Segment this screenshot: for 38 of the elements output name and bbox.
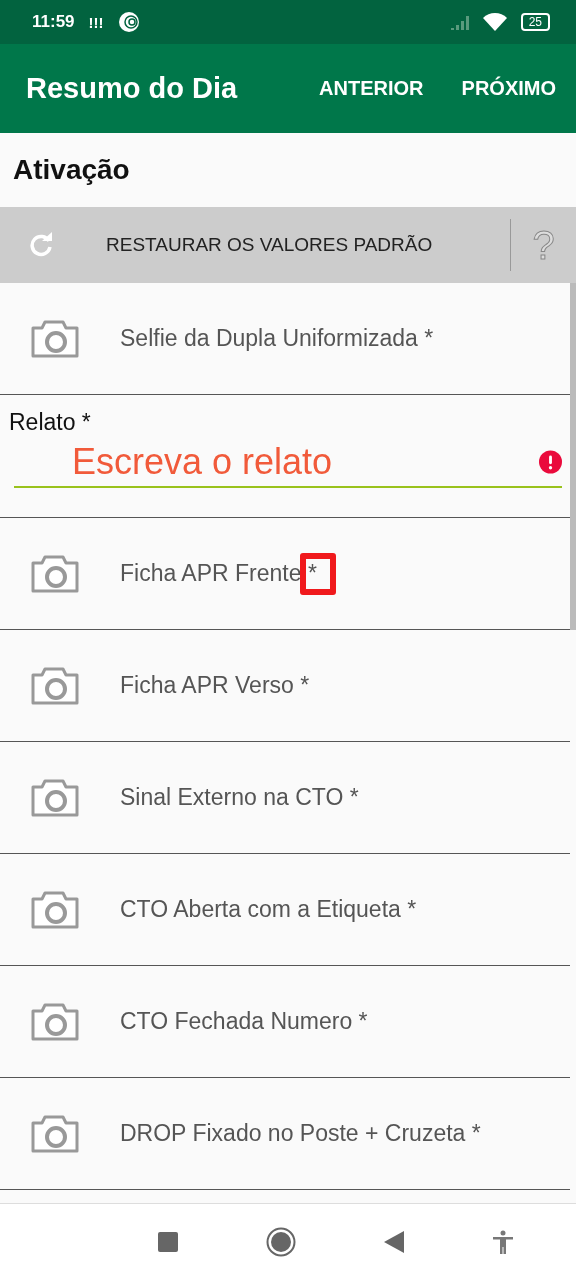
photo-item[interactable]: CTO Fechada Numero * [0, 966, 570, 1078]
photo-item[interactable]: DROP Fixado no Poste + Cruzeta * [0, 1078, 570, 1190]
restore-button[interactable]: RESTAURAR OS VALORES PADRÃO [0, 207, 510, 283]
item-label: Ficha APR Verso * [120, 672, 310, 699]
field-label: Relato * [9, 409, 92, 436]
camera-icon [30, 1113, 80, 1154]
camera-icon [30, 553, 80, 594]
camera-icon [30, 318, 80, 359]
nav-action[interactable]: PRÓXIMO [461, 77, 556, 100]
section-title: Ativação [12, 153, 131, 187]
refresh-icon [28, 232, 54, 258]
input-field[interactable]: Escreva o relato [70, 440, 539, 484]
camera-icon [30, 889, 80, 930]
item-label: DROP Fixado no Poste + Cruzeta * [120, 1120, 481, 1147]
photo-item[interactable]: Ficha APR Verso * [0, 630, 570, 742]
photo-item[interactable]: CTO Aberta com a Etiqueta * [0, 854, 570, 966]
nav-action[interactable]: ANTERIOR [319, 77, 424, 100]
item-label: CTO Fechada Numero * [120, 1008, 368, 1035]
home-icon[interactable] [266, 1227, 296, 1257]
item-label: CTO Aberta com a Etiqueta * [120, 896, 417, 923]
signal-icon [448, 14, 469, 30]
camera-icon [30, 777, 80, 818]
item-label: Selfie da Dupla Uniformizada * [120, 325, 434, 352]
battery-level: 25 [520, 13, 550, 31]
item-label: Ficha APR Frente * [120, 560, 317, 587]
clock: 11:59 [32, 12, 75, 32]
wifi-icon [482, 13, 507, 31]
accessibility-icon[interactable] [492, 1230, 514, 1254]
photo-item[interactable]: Sinal Externo na CTO * [0, 742, 570, 854]
back-icon[interactable] [384, 1231, 404, 1253]
app-title: Resumo do Dia [26, 72, 239, 105]
photo-item[interactable]: Ficha APR Frente * [0, 518, 570, 630]
item-label: Sinal Externo na CTO * [120, 784, 359, 811]
camera-icon [30, 665, 80, 706]
camera-icon [30, 1001, 80, 1042]
alert-text: !!! [88, 13, 104, 31]
spiral-icon [117, 11, 140, 33]
photo-item[interactable]: Selfie da Dupla Uniformizada * [0, 283, 570, 395]
